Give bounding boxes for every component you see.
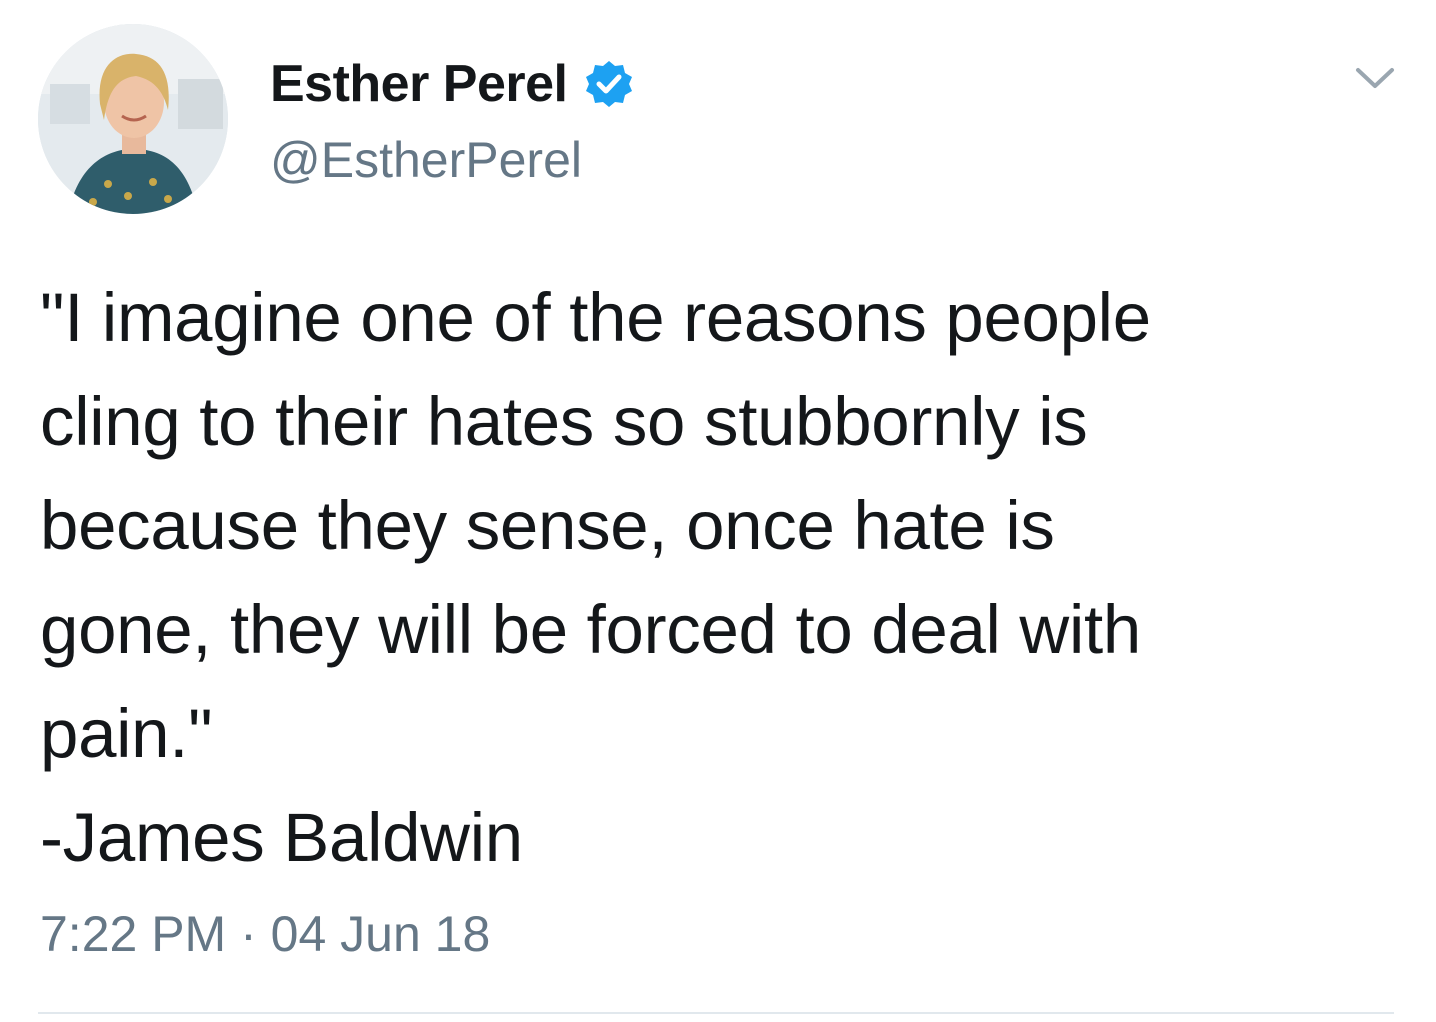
avatar-photo-icon xyxy=(38,24,228,214)
tweet-text: "I imagine one of the reasons people cli… xyxy=(40,279,1151,876)
tweet-card: Esther Perel @EstherPerel "I imagine one… xyxy=(0,0,1436,1022)
verified-badge-icon xyxy=(585,61,632,107)
divider xyxy=(38,1012,1394,1014)
chevron-down-icon[interactable] xyxy=(1352,58,1398,98)
author-handle[interactable]: @EstherPerel xyxy=(270,128,582,192)
author-name-row: Esther Perel xyxy=(270,52,634,116)
author-display-name[interactable]: Esther Perel xyxy=(270,52,568,116)
author-avatar[interactable] xyxy=(38,24,228,214)
tweet-timestamp[interactable]: 7:22 PM · 04 Jun 18 xyxy=(40,902,490,966)
